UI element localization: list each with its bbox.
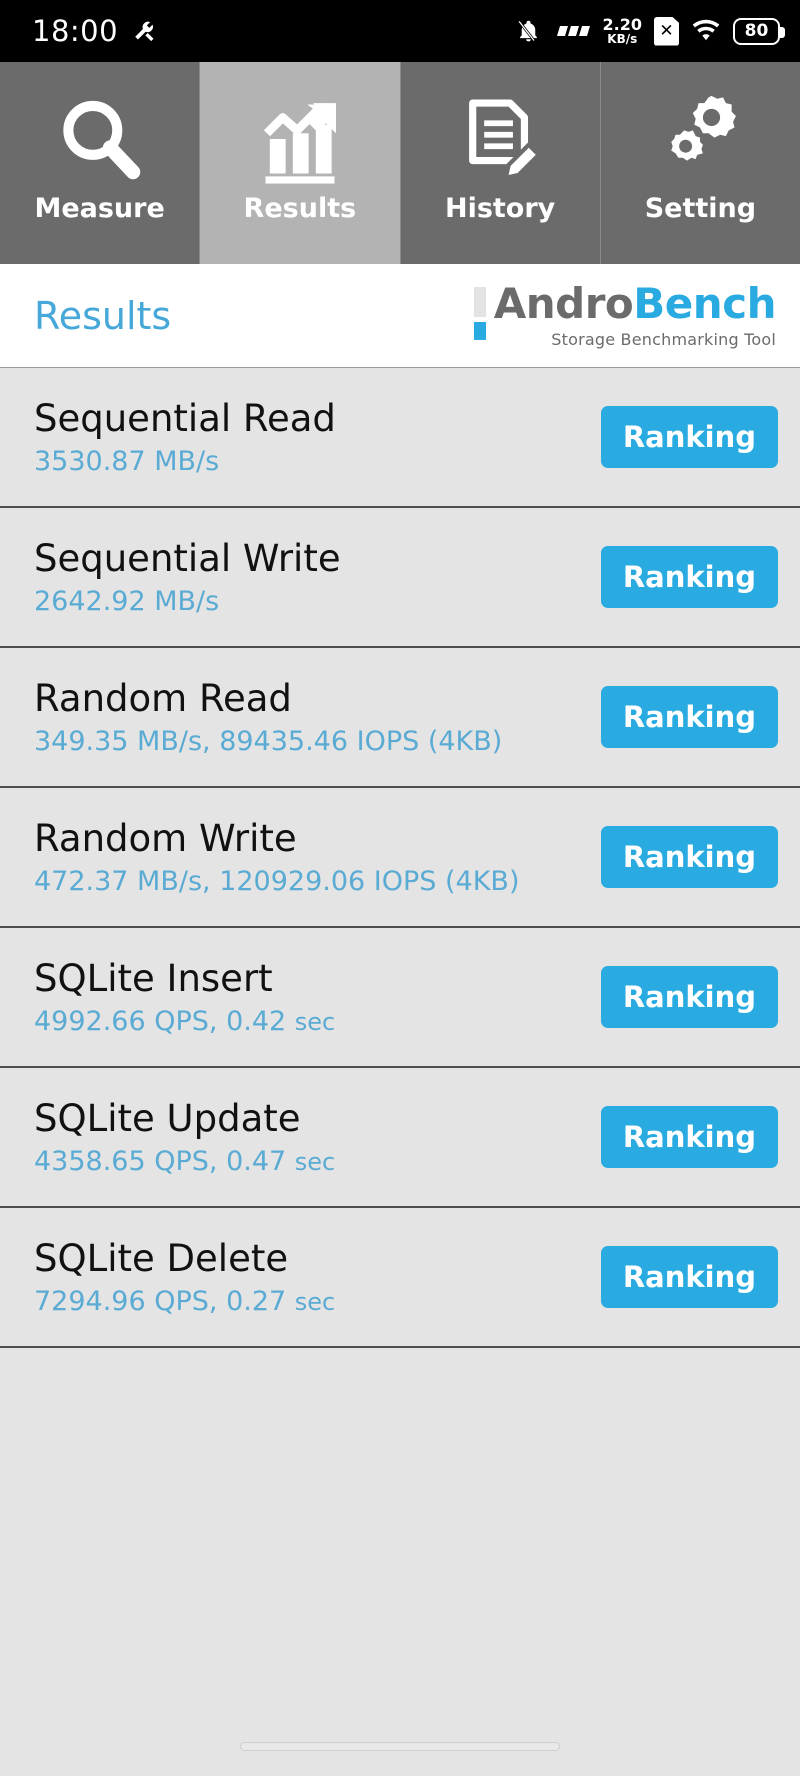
ranking-button[interactable]: Ranking [600, 546, 778, 608]
tab-results-label: Results [243, 192, 357, 224]
result-row-value: 2642.92 MB/s [34, 586, 341, 617]
status-bar-left: 18:00 [32, 14, 158, 48]
result-row-value-main: 4358.65 QPS, 0.47 [34, 1146, 295, 1178]
ranking-button[interactable]: Ranking [600, 686, 778, 748]
table-row[interactable]: SQLite Update 4358.65 QPS, 0.47 sec Rankin… [0, 1068, 800, 1208]
result-row-title: SQLite Insert [34, 956, 273, 1000]
logo-wordmark: AndroBench [494, 282, 777, 325]
page-title: Results [34, 293, 172, 338]
result-row-text: Random Write 472.37 MB/s, 120929.06 IOPS … [34, 817, 520, 898]
result-row-title: Sequential Read [34, 396, 336, 440]
result-row-text: SQLite Update 4358.65 QPS, 0.47 sec [34, 1097, 335, 1178]
document-pencil-icon [454, 93, 546, 185]
status-bar-right: 2.20 KB/s ✕ 80 [516, 15, 785, 46]
result-row-title: Random Write [34, 816, 297, 860]
result-row-text: Random Read 349.35 MB/s, 89435.46 IOPS (4… [34, 677, 502, 758]
table-row[interactable]: Sequential Read 3530.87 MB/s Ranking [0, 368, 800, 508]
result-row-value-main: 4992.66 QPS, 0.42 [34, 1006, 295, 1038]
table-row[interactable]: Random Write 472.37 MB/s, 120929.06 IOPS … [0, 788, 800, 928]
battery-indicator: 80 [733, 17, 785, 45]
ranking-button[interactable]: Ranking [600, 966, 778, 1028]
ranking-button[interactable]: Ranking [600, 826, 778, 888]
logo-andro-text: Andro [493, 278, 634, 328]
result-row-value-main: 349.35 MB/s, 89435.46 IOPS (4KB) [34, 726, 503, 758]
tab-setting-label: Setting [644, 192, 757, 224]
result-row-text: SQLite Insert 4992.66 QPS, 0.42 sec [34, 957, 335, 1038]
logo-text: AndroBench Storage Benchmarking Tool [494, 282, 777, 349]
logo-tagline: Storage Benchmarking Tool [551, 329, 776, 349]
tab-measure[interactable]: Measure [0, 62, 201, 264]
result-row-value: 4358.65 QPS, 0.47 sec [34, 1146, 335, 1177]
bar-chart-arrow-icon [254, 93, 346, 185]
ranking-button[interactable]: Ranking [600, 1106, 778, 1168]
results-list[interactable]: Sequential Read 3530.87 MB/s Ranking Sequen… [0, 368, 800, 1716]
result-row-value-main: 7294.96 QPS, 0.27 [34, 1286, 295, 1318]
result-row-value: 7294.96 QPS, 0.27 sec [34, 1286, 335, 1317]
table-row[interactable]: Sequential Write 2642.92 MB/s Ranking [0, 508, 800, 648]
developer-options-icon [132, 18, 158, 44]
home-gesture-pill[interactable] [240, 1741, 560, 1751]
tab-results[interactable]: Results [200, 62, 401, 264]
status-bar: 18:00 2.20 KB/s ✕ 80 [0, 0, 800, 62]
result-row-value: 4992.66 QPS, 0.42 sec [34, 1006, 335, 1037]
ranking-button[interactable]: Ranking [600, 406, 778, 468]
logo-bar-blue-icon [473, 321, 486, 340]
status-clock: 18:00 [32, 14, 119, 48]
result-row-value-main: 2642.92 MB/s [34, 586, 220, 618]
page-header: Results AndroBench Storage Benchmarking … [0, 264, 800, 368]
result-row-value-unit: sec [294, 1008, 336, 1037]
battery-level-label: 80 [744, 21, 769, 41]
notifications-silenced-icon [516, 17, 541, 45]
ranking-button[interactable]: Ranking [600, 1246, 778, 1308]
wifi-icon [691, 19, 721, 43]
result-row-value: 472.37 MB/s, 120929.06 IOPS (4KB) [34, 866, 520, 897]
result-row-title: Random Read [34, 676, 292, 720]
system-navigation-bar [0, 1716, 800, 1776]
magnifier-icon [54, 93, 146, 185]
logo-marks [473, 283, 486, 340]
table-row[interactable]: SQLite Insert 4992.66 QPS, 0.42 sec Rankin… [0, 928, 800, 1068]
signal-bars-icon [553, 18, 591, 44]
result-row-value-unit: sec [294, 1148, 336, 1177]
tab-history[interactable]: History [400, 62, 601, 264]
result-row-value: 3530.87 MB/s [34, 446, 336, 477]
network-speed-value: 2.20 [602, 15, 642, 34]
logo-bar-gray-icon [473, 286, 486, 317]
result-row-title: SQLite Update [34, 1096, 301, 1140]
result-row-text: Sequential Write 2642.92 MB/s [34, 537, 341, 618]
result-row-value-main: 472.37 MB/s, 120929.06 IOPS (4KB) [34, 866, 520, 898]
gears-icon [654, 93, 746, 185]
result-row-title: Sequential Write [34, 536, 341, 580]
sim-card-missing-icon: ✕ [654, 16, 679, 46]
result-row-title: SQLite Delete [34, 1236, 289, 1280]
table-row[interactable]: SQLite Delete 7294.96 QPS, 0.27 sec Rankin… [0, 1208, 800, 1348]
result-row-value: 349.35 MB/s, 89435.46 IOPS (4KB) [34, 726, 502, 757]
main-tab-bar: Measure Results History Setting [0, 62, 800, 264]
tab-history-label: History [444, 192, 556, 224]
result-row-text: SQLite Delete 7294.96 QPS, 0.27 sec [34, 1237, 335, 1318]
network-speed-indicator: 2.20 KB/s [602, 15, 642, 46]
result-row-text: Sequential Read 3530.87 MB/s [34, 397, 336, 478]
logo-bench-text: Bench [633, 278, 776, 328]
result-row-value-main: 3530.87 MB/s [34, 446, 220, 478]
network-speed-unit: KB/s [607, 32, 638, 46]
app-window: 18:00 2.20 KB/s ✕ 80 Measure Results His… [0, 0, 800, 1776]
table-row[interactable]: Random Read 349.35 MB/s, 89435.46 IOPS (4… [0, 648, 800, 788]
tab-setting[interactable]: Setting [600, 62, 800, 264]
result-row-value-unit: sec [294, 1288, 336, 1317]
tab-measure-label: Measure [34, 192, 165, 224]
androbench-logo: AndroBench Storage Benchmarking Tool [473, 282, 777, 349]
